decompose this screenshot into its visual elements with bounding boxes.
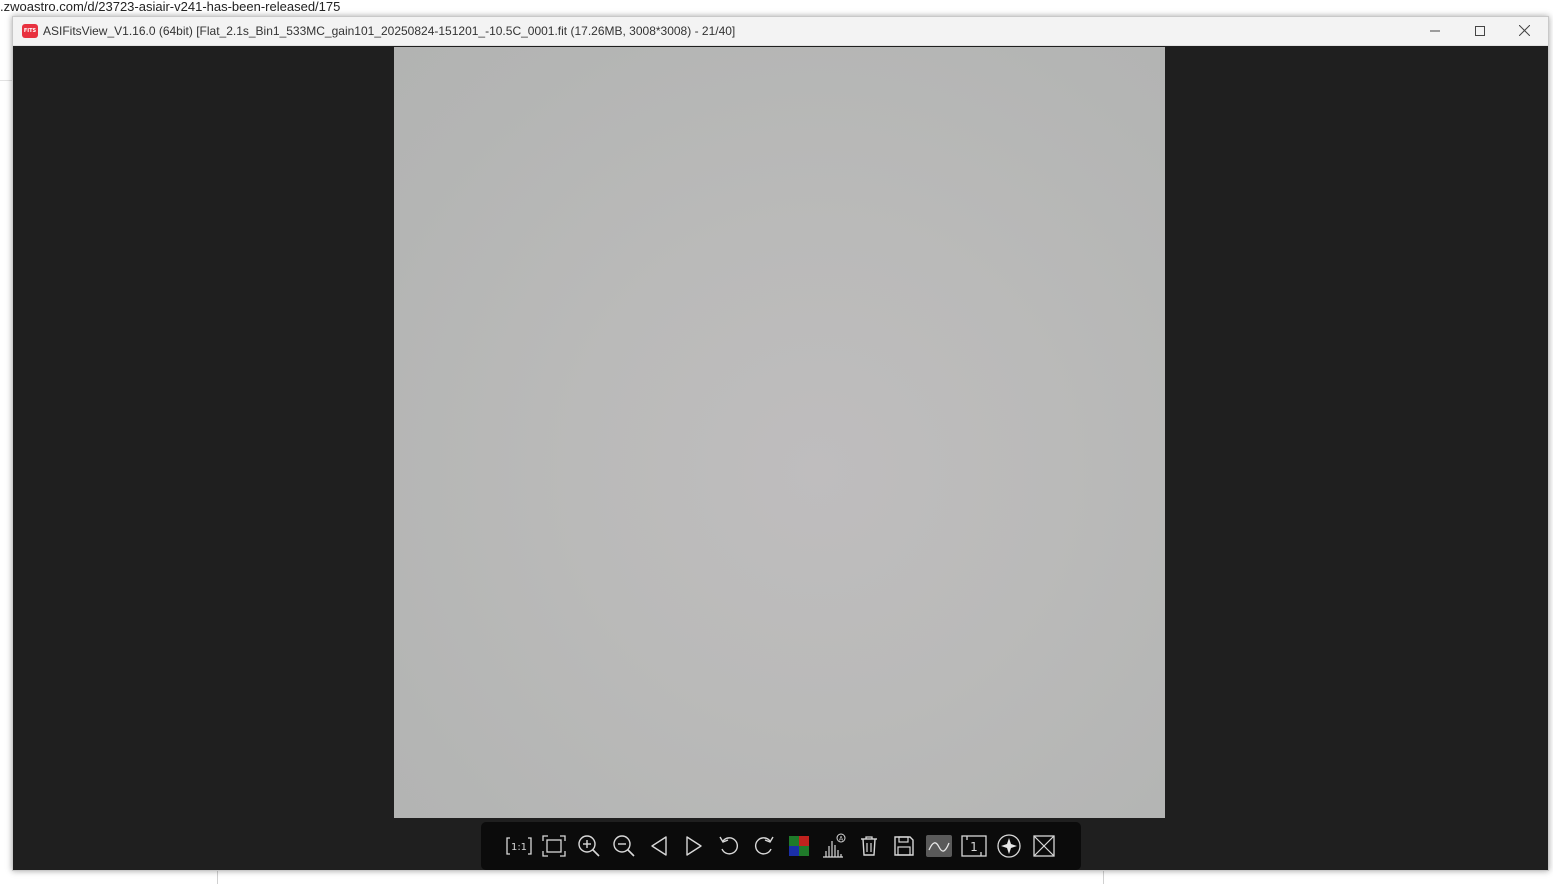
rotate-right-icon <box>753 835 775 857</box>
previous-image-button[interactable] <box>641 829 676 863</box>
viewer-toolbar: 1:1 A 1 <box>481 822 1081 870</box>
debayer-color-button[interactable] <box>781 829 816 863</box>
save-button[interactable] <box>886 829 921 863</box>
background-browser-panel-right <box>1549 16 1553 884</box>
delete-icon <box>859 835 879 857</box>
auto-stretch-button[interactable]: A <box>816 829 851 863</box>
rotate-left-button[interactable] <box>711 829 746 863</box>
close-button[interactable] <box>1502 17 1547 46</box>
app-icon: FITS <box>22 24 38 38</box>
asifitsview-window: FITS ASIFitsView_V1.16.0 (64bit) [Flat_2… <box>12 16 1549 871</box>
crosshair-icon <box>1032 835 1055 857</box>
image-stretch-button[interactable] <box>921 829 956 863</box>
debayer-color-icon <box>788 836 809 856</box>
next-image-button[interactable] <box>676 829 711 863</box>
background-browser-panel <box>0 16 12 884</box>
browser-url-fragment: .zwoastro.com/d/23723-asiair-v241-has-be… <box>0 0 1553 16</box>
rotate-right-button[interactable] <box>746 829 781 863</box>
zoom-in-button[interactable] <box>571 829 606 863</box>
crosshair-button[interactable] <box>1026 829 1061 863</box>
star-detect-icon <box>996 834 1021 858</box>
zoom-out-icon <box>612 834 636 858</box>
svg-text:1:1: 1:1 <box>510 842 526 853</box>
next-icon <box>684 835 704 857</box>
close-icon <box>1518 23 1531 41</box>
background-column-line <box>217 871 218 884</box>
background-column-line <box>1103 871 1104 884</box>
maximize-icon <box>1474 23 1485 41</box>
auto-stretch-histogram-icon: A <box>821 833 847 859</box>
svg-text:1: 1 <box>970 840 978 854</box>
minimize-icon <box>1429 23 1440 41</box>
actual-size-icon: 1:1 <box>505 835 532 857</box>
actual-size-button[interactable]: 1:1 <box>501 829 536 863</box>
title-bar[interactable]: FITS ASIFitsView_V1.16.0 (64bit) [Flat_2… <box>13 17 1548 46</box>
minimize-button[interactable] <box>1412 17 1457 46</box>
fit-to-window-button[interactable] <box>536 829 571 863</box>
rotate-left-icon <box>718 835 740 857</box>
window-title: ASIFitsView_V1.16.0 (64bit) [Flat_2.1s_B… <box>43 24 736 38</box>
fit-to-window-icon <box>541 835 566 857</box>
maximize-button[interactable] <box>1457 17 1502 46</box>
background-divider <box>0 80 12 81</box>
single-frame-button[interactable]: 1 <box>956 829 991 863</box>
previous-icon <box>649 835 669 857</box>
fits-image[interactable] <box>394 47 1165 818</box>
image-viewer-area[interactable]: 1:1 A 1 <box>13 46 1548 870</box>
zoom-out-button[interactable] <box>606 829 641 863</box>
single-frame-icon: 1 <box>960 835 987 857</box>
star-detect-button[interactable] <box>991 829 1026 863</box>
delete-button[interactable] <box>851 829 886 863</box>
save-icon <box>893 835 915 857</box>
background-browser-bottom <box>0 871 1553 884</box>
zoom-in-icon <box>577 834 601 858</box>
image-stretch-icon <box>925 835 952 857</box>
